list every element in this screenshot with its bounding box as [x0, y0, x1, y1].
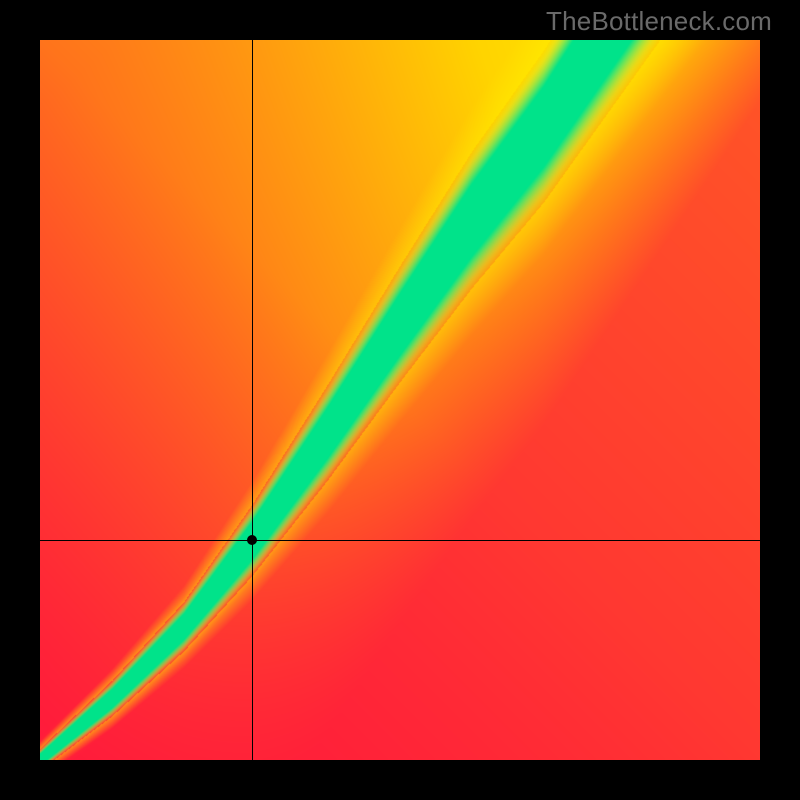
- crosshair-vertical: [252, 40, 253, 760]
- crosshair-horizontal: [40, 540, 760, 541]
- watermark-text: TheBottleneck.com: [546, 6, 772, 37]
- heatmap-canvas: [40, 40, 760, 760]
- chart-container: TheBottleneck.com: [0, 0, 800, 800]
- current-point-marker: [247, 535, 257, 545]
